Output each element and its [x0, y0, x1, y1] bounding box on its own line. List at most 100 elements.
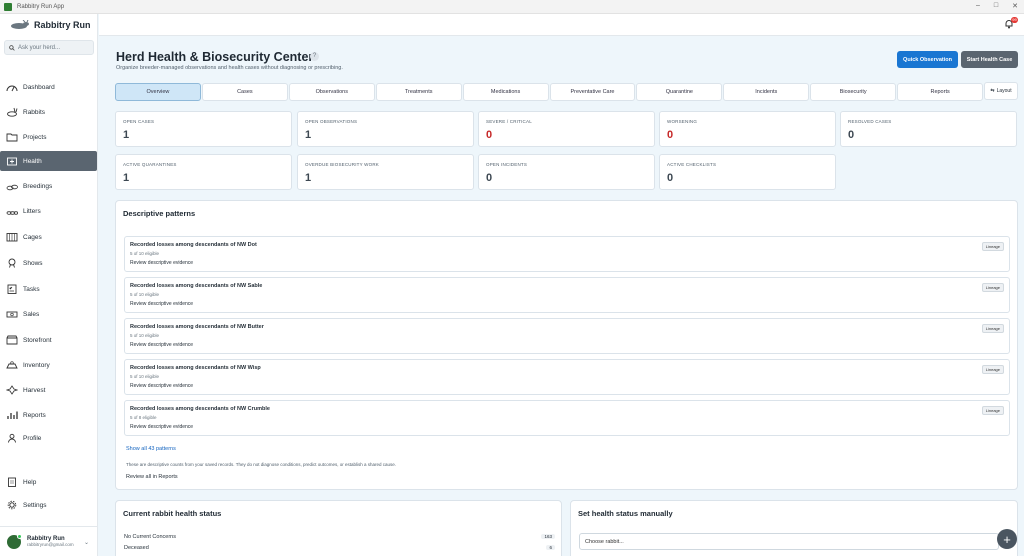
- tab-cases[interactable]: Cases: [201, 83, 288, 101]
- brand[interactable]: Rabbitry Run: [0, 14, 97, 36]
- sales-icon: [6, 309, 18, 319]
- sidebar-item-rabbits[interactable]: Rabbits: [0, 102, 97, 122]
- help-icon: [6, 477, 18, 487]
- layout-button[interactable]: ⇆ Layout: [984, 82, 1018, 100]
- sidebar-item-projects[interactable]: Projects: [0, 127, 97, 147]
- sidebar-item-help[interactable]: Help: [0, 472, 97, 492]
- stat-card-overdue-biosecurity-work[interactable]: OVERDUE BIOSECURITY WORK 1: [297, 154, 474, 190]
- sidebar: Rabbitry Run Ask your herd... Dashboard R…: [0, 14, 98, 556]
- stat-card-worsening[interactable]: WORSENING 0: [659, 111, 836, 147]
- tab-incidents[interactable]: Incidents: [723, 83, 810, 101]
- sidebar-item-profile[interactable]: Profile: [0, 428, 97, 448]
- notifications-bell-icon[interactable]: 99: [1004, 17, 1018, 29]
- sidebar-item-health[interactable]: Health: [0, 151, 97, 171]
- pattern-card[interactable]: Recorded losses among descendants of NW …: [124, 318, 1010, 354]
- close-icon[interactable]: ✕: [1012, 2, 1018, 10]
- tab-treatments[interactable]: Treatments: [375, 83, 462, 101]
- lineage-badge: Lineage: [981, 242, 1004, 251]
- stat-card-open-cases[interactable]: OPEN CASES 1: [115, 111, 292, 147]
- start-health-case-button[interactable]: Start Health Case: [961, 51, 1018, 68]
- pattern-eligible-count: 5 of 10 eligible: [130, 333, 160, 338]
- online-status-dot: [17, 533, 22, 539]
- search-input[interactable]: Ask your herd...: [4, 40, 94, 55]
- maximize-icon[interactable]: □: [994, 2, 998, 10]
- pattern-card[interactable]: Recorded losses among descendants of NW …: [124, 236, 1010, 272]
- review-evidence-link[interactable]: Review descriptive evidence: [130, 424, 193, 430]
- sidebar-item-breedings[interactable]: Breedings: [0, 176, 97, 196]
- tasks-icon: [6, 284, 18, 294]
- stat-value: 0: [667, 172, 674, 184]
- harvest-icon: [6, 385, 18, 395]
- sidebar-item-tasks[interactable]: Tasks: [0, 279, 97, 299]
- sidebar-item-label: Help: [23, 478, 37, 486]
- sidebar-item-settings[interactable]: Settings: [0, 495, 97, 515]
- notification-badge: 99: [1011, 17, 1018, 23]
- status-count: 163: [541, 534, 555, 539]
- stat-card-severe-critical[interactable]: SEVERE / CRITICAL 0: [478, 111, 655, 147]
- stat-card-active-quarantines[interactable]: ACTIVE QUARANTINES 1: [115, 154, 292, 190]
- sidebar-item-sales[interactable]: Sales: [0, 304, 97, 324]
- sidebar-item-label: Tasks: [23, 285, 40, 293]
- minimize-icon[interactable]: –: [976, 2, 980, 10]
- manual-status-panel: Set health status manually Choose rabbit…: [570, 500, 1018, 556]
- chevron-down-icon[interactable]: ⌄: [84, 539, 89, 546]
- pattern-card[interactable]: Recorded losses among descendants of NW …: [124, 400, 1010, 436]
- window-controls: – □ ✕: [976, 2, 1018, 10]
- choose-rabbit-select[interactable]: Choose rabbit...: [579, 533, 999, 550]
- stat-card-active-checklists[interactable]: ACTIVE CHECKLISTS 0: [659, 154, 836, 190]
- sidebar-item-storefront[interactable]: Storefront: [0, 330, 97, 350]
- sidebar-item-harvest[interactable]: Harvest: [0, 380, 97, 400]
- stat-card-open-observations[interactable]: OPEN OBSERVATIONS 1: [297, 111, 474, 147]
- sidebar-item-label: Rabbits: [23, 108, 46, 116]
- tab-reports[interactable]: Reports: [897, 83, 984, 101]
- show-all-patterns-link[interactable]: Show all 43 patterns: [126, 446, 176, 452]
- inventory-icon: [6, 360, 18, 370]
- add-fab-button[interactable]: +: [997, 529, 1017, 549]
- pattern-card[interactable]: Recorded losses among descendants of NW …: [124, 277, 1010, 313]
- stat-label: SEVERE / CRITICAL: [486, 119, 532, 124]
- tab-overview[interactable]: Overview: [115, 83, 201, 101]
- avatar: [6, 533, 22, 550]
- review-evidence-link[interactable]: Review descriptive evidence: [130, 342, 193, 348]
- stat-card-resolved-cases[interactable]: RESOLVED CASES 0: [840, 111, 1017, 147]
- sidebar-item-litters[interactable]: Litters: [0, 201, 97, 221]
- user-card[interactable]: Rabbitry Run rabbitryrun@gmail.com ⌄: [0, 526, 97, 556]
- patterns-disclaimer: These are descriptive counts from your s…: [126, 462, 397, 467]
- storefront-icon: [6, 335, 18, 345]
- status-label: No Current Concerns: [124, 534, 176, 540]
- sidebar-item-label: Harvest: [23, 386, 46, 394]
- sidebar-item-cages[interactable]: Cages: [0, 227, 97, 247]
- tab-preventative-care[interactable]: Preventative Care: [549, 83, 636, 101]
- litter-icon: [6, 206, 18, 216]
- tab-medications[interactable]: Medications: [462, 83, 549, 101]
- ribbon-icon: [6, 258, 18, 268]
- pattern-card[interactable]: Recorded losses among descendants of NW …: [124, 359, 1010, 395]
- sidebar-item-shows[interactable]: Shows: [0, 253, 97, 273]
- stat-value: 0: [667, 129, 674, 141]
- pattern-eligible-count: 5 of 10 eligible: [130, 251, 160, 256]
- quick-observation-button[interactable]: Quick Observation: [897, 51, 958, 68]
- stat-value: 0: [486, 172, 493, 184]
- tab-quarantine[interactable]: Quarantine: [636, 83, 723, 101]
- lineage-badge: Lineage: [981, 365, 1004, 374]
- stat-label: OPEN OBSERVATIONS: [305, 119, 358, 124]
- help-icon[interactable]: ?: [310, 52, 319, 61]
- stat-label: WORSENING: [667, 119, 698, 124]
- stat-value: 1: [305, 172, 312, 184]
- sidebar-item-dashboard[interactable]: Dashboard: [0, 77, 97, 97]
- review-evidence-link[interactable]: Review descriptive evidence: [130, 383, 193, 389]
- window-title: Rabbitry Run App: [17, 3, 65, 10]
- stat-label: OPEN CASES: [123, 119, 155, 124]
- review-evidence-link[interactable]: Review descriptive evidence: [130, 260, 193, 266]
- rabbit-icon: [6, 107, 18, 117]
- sidebar-item-reports[interactable]: Reports: [0, 405, 97, 425]
- sidebar-item-inventory[interactable]: Inventory: [0, 355, 97, 375]
- pattern-eligible-count: 5 of 10 eligible: [130, 292, 160, 297]
- review-in-reports-link[interactable]: Review all in Reports: [126, 474, 178, 480]
- descriptive-patterns-panel: Descriptive patterns Recorded losses amo…: [115, 200, 1018, 490]
- pattern-title: Recorded losses among descendants of NW …: [130, 324, 264, 330]
- review-evidence-link[interactable]: Review descriptive evidence: [130, 301, 193, 307]
- stat-card-open-incidents[interactable]: OPEN INCIDENTS 0: [478, 154, 655, 190]
- tab-biosecurity[interactable]: Biosecurity: [810, 83, 897, 101]
- tab-observations[interactable]: Observations: [288, 83, 375, 101]
